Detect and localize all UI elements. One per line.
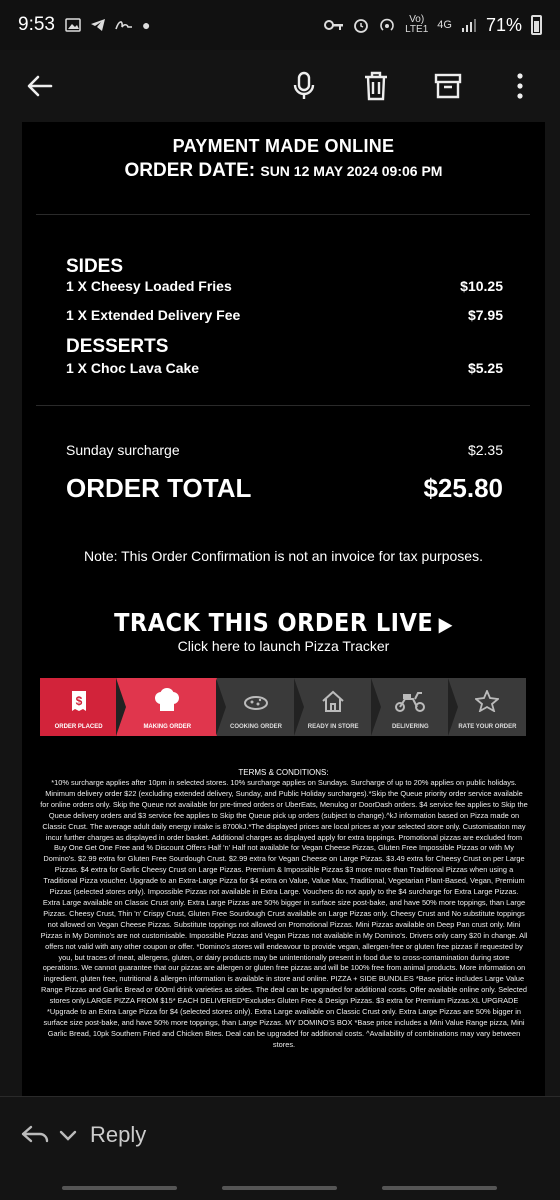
order-total-value: $25.80 [423, 473, 503, 503]
network-label: Vo) LTE1 [405, 14, 429, 35]
house-icon [321, 690, 345, 716]
order-total-row: ORDER TOTAL $25.80 [66, 473, 503, 504]
mic-icon[interactable] [286, 68, 322, 104]
reply-label: Reply [90, 1122, 147, 1147]
svg-text:$: $ [75, 694, 82, 708]
surcharge-label: Sunday surcharge [66, 442, 180, 458]
section-heading-sides: SIDES [66, 256, 124, 277]
nav-handle [222, 1186, 337, 1190]
tracker-step-label: COOKING ORDER [229, 724, 282, 730]
item-name: 1 X Choc Lava Cake [66, 360, 200, 376]
tracker-step-label: DELIVERING [391, 724, 429, 730]
reply-bar: Reply [0, 1096, 560, 1200]
archive-icon[interactable] [430, 68, 466, 104]
receipt-dollar-icon: $ [71, 690, 87, 716]
item-price: $10.25 [460, 278, 503, 294]
play-arrow-icon: ▶ [438, 612, 453, 636]
battery-icon [531, 15, 542, 35]
chevron-down-icon[interactable] [58, 1128, 78, 1142]
signal-icon [461, 19, 476, 32]
status-time: 9:53 [18, 14, 55, 35]
tracker-step-order-placed: $ ORDER PLACED [40, 678, 118, 736]
nav-handle [62, 1186, 177, 1190]
network-gen-label: 4G [437, 19, 452, 31]
hotspot-icon [380, 18, 394, 31]
payment-title: PAYMENT MADE ONLINE [172, 136, 395, 156]
notification-dot-icon: ● [141, 17, 151, 33]
surcharge-row: Sunday surcharge $2.35 [66, 442, 503, 458]
section-heading-desserts: DESSERTS [66, 336, 169, 357]
item-name: 1 X Extended Delivery Fee [66, 307, 241, 323]
tracker-step-label: MAKING ORDER [143, 724, 192, 730]
tracker-step-label: RATE YOUR ORDER [458, 724, 517, 730]
order-item: 1 X Cheesy Loaded Fries $10.25 [66, 278, 503, 294]
order-total-label: ORDER TOTAL [66, 473, 252, 503]
status-bar: 9:53 ● Vo) LTE1 4G 71% [0, 0, 560, 50]
signature-app-icon [115, 21, 132, 30]
terms-text: *10% surcharge applies after 10pm in sel… [40, 778, 528, 1049]
divider [36, 405, 530, 406]
order-date-label: ORDER DATE: [124, 160, 256, 181]
track-order-label: TRACK THIS ORDER LIVE [114, 608, 434, 637]
track-order-link[interactable]: TRACK THIS ORDER LIVE ▶ [48, 608, 519, 637]
item-price: $7.95 [467, 307, 503, 323]
tracker-step-label: ORDER PLACED [54, 724, 103, 730]
image-notification-icon [65, 18, 81, 32]
email-toolbar [0, 50, 560, 122]
tracker-step-cooking-order: COOKING ORDER [216, 678, 294, 736]
pizza-tracker-link[interactable]: Click here to launch Pizza Tracker [22, 638, 545, 654]
tracker-step-ready-in-store: READY IN STORE [293, 678, 372, 736]
tracker-step-delivering: DELIVERING [370, 678, 449, 736]
item-name: 1 X Cheesy Loaded Fries [66, 278, 232, 294]
divider [0, 1096, 560, 1097]
more-vert-icon[interactable] [502, 68, 538, 104]
reply-button[interactable]: Reply [20, 1122, 146, 1148]
order-date-value: SUN 12 MAY 2024 09:06 PM [260, 163, 443, 179]
trash-icon[interactable] [358, 68, 394, 104]
item-price: $5.25 [467, 360, 503, 376]
order-date: ORDER DATE: SUN 12 MAY 2024 09:06 PM [22, 160, 545, 182]
surcharge-value: $2.35 [467, 442, 503, 458]
order-item: 1 X Choc Lava Cake $5.25 [66, 360, 503, 376]
tracker-step-rate-your-order: RATE YOUR ORDER [447, 678, 526, 736]
tracker-step-making-order: MAKING ORDER [116, 678, 218, 736]
vpn-key-icon [324, 20, 344, 30]
reply-icon [21, 1125, 49, 1143]
terms-title: TERMS & CONDITIONS: [238, 768, 329, 777]
telegram-icon [90, 19, 105, 31]
chef-hat-icon [152, 688, 182, 716]
pizza-tracker-banner[interactable]: $ ORDER PLACED MAKING ORDER COOKING ORDE… [40, 678, 526, 736]
oven-icon [243, 694, 269, 716]
scooter-icon [393, 690, 427, 716]
star-icon [474, 688, 501, 716]
tax-note: Note: This Order Confirmation is not an … [84, 548, 483, 564]
email-body: PAYMENT MADE ONLINE ORDER DATE: SUN 12 M… [22, 122, 545, 1096]
tracker-step-label: READY IN STORE [307, 724, 359, 730]
order-item: 1 X Extended Delivery Fee $7.95 [66, 307, 503, 323]
nav-handle [382, 1186, 497, 1190]
alarm-icon [354, 19, 369, 33]
divider [36, 214, 530, 215]
battery-percent: 71% [485, 14, 522, 35]
arrow-left-icon[interactable] [22, 68, 58, 104]
